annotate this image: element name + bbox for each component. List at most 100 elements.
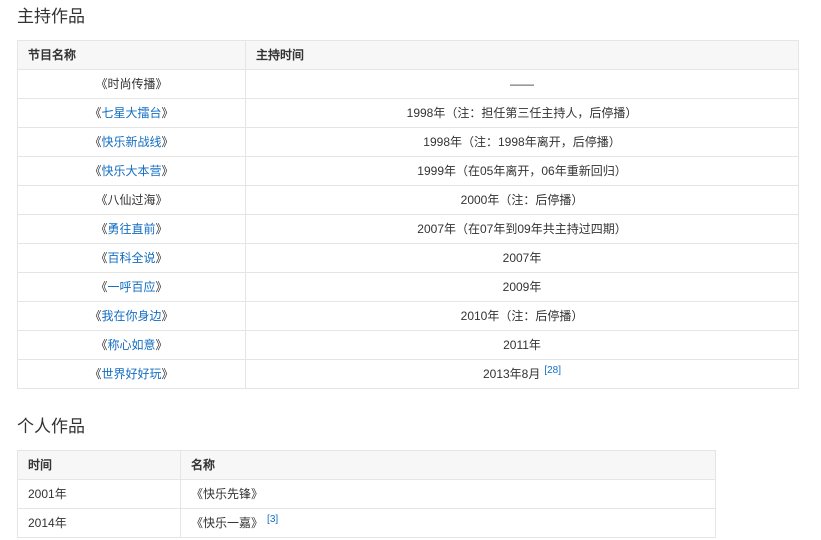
table-row: 2001年 《快乐先锋》 bbox=[18, 480, 716, 509]
program-link[interactable]: 世界好好玩 bbox=[101, 367, 161, 381]
bracket-close: 》 bbox=[156, 77, 168, 91]
bracket-open: 《 bbox=[89, 309, 101, 323]
table-header-row: 节目名称 主持时间 bbox=[18, 41, 799, 70]
table-cell: 《时尚传播》 bbox=[18, 70, 246, 99]
bracket-open: 《 bbox=[95, 77, 107, 91]
personal-works-section: 个人作品 时间 名称 2001年《快乐先锋》2014年《快乐一嘉》[3] bbox=[17, 416, 821, 538]
column-header-hosting-time: 主持时间 bbox=[246, 41, 799, 70]
table-cell: 2007年 bbox=[246, 244, 799, 273]
table-cell: 2009年 bbox=[246, 273, 799, 302]
bracket-open: 《 bbox=[95, 193, 107, 207]
cell-text: 1999年（在05年离开，06年重新回归） bbox=[417, 164, 626, 178]
column-header-time: 时间 bbox=[18, 451, 181, 480]
cell-text: 2013年8月 bbox=[483, 367, 540, 381]
table-cell: 《百科全说》 bbox=[18, 244, 246, 273]
table-row: 《八仙过海》 2000年（注：后停播） bbox=[18, 186, 799, 215]
bracket-close: 》 bbox=[251, 487, 263, 501]
bracket-open: 《 bbox=[95, 280, 107, 294]
table-header-row: 时间 名称 bbox=[18, 451, 716, 480]
table-cell: 《快乐新战线》 bbox=[18, 128, 246, 157]
bracket-close: 》 bbox=[156, 338, 168, 352]
table-row: 《七星大擂台》 1998年（注：担任第三任主持人，后停播） bbox=[18, 99, 799, 128]
bracket-close: 》 bbox=[156, 251, 168, 265]
table-cell: —— bbox=[246, 70, 799, 99]
table-cell: 2001年 bbox=[18, 480, 181, 509]
cell-text: 2011年 bbox=[503, 338, 541, 352]
table-cell: 《一呼百应》 bbox=[18, 273, 246, 302]
cell-text: 2000年（注：后停播） bbox=[461, 193, 584, 207]
table-row: 《快乐大本营》 1999年（在05年离开，06年重新回归） bbox=[18, 157, 799, 186]
table-cell: 《八仙过海》 bbox=[18, 186, 246, 215]
table-cell: 2007年（在07年到09年共主持过四期） bbox=[246, 215, 799, 244]
column-header-program-name: 节目名称 bbox=[18, 41, 246, 70]
bracket-close: 》 bbox=[251, 516, 263, 530]
cell-text: —— bbox=[510, 77, 534, 91]
cell-text: 1998年（注：1998年离开，后停播） bbox=[423, 135, 620, 149]
program-link[interactable]: 七星大擂台 bbox=[101, 106, 161, 120]
table-row: 《称心如意》 2011年 bbox=[18, 331, 799, 360]
table-cell: 2000年（注：后停播） bbox=[246, 186, 799, 215]
program-link[interactable]: 快乐新战线 bbox=[101, 135, 161, 149]
cell-text: 2014年 bbox=[28, 516, 67, 530]
article-content: 主持作品 节目名称 主持时间 《时尚传播》——《七星大擂台》1998年（注：担任… bbox=[0, 0, 821, 540]
bracket-close: 》 bbox=[156, 280, 168, 294]
bracket-open: 《 bbox=[89, 135, 101, 149]
table-cell: 2014年 bbox=[18, 509, 181, 538]
table-cell: 2013年8月 [28] bbox=[246, 360, 799, 389]
bracket-open: 《 bbox=[95, 222, 107, 236]
section-title-hosted-works: 主持作品 bbox=[17, 6, 821, 28]
section-title-personal-works: 个人作品 bbox=[17, 416, 821, 438]
table-cell: 1998年（注：担任第三任主持人，后停播） bbox=[246, 99, 799, 128]
cell-text: 2007年 bbox=[503, 251, 542, 265]
cell-text: 1998年（注：担任第三任主持人，后停播） bbox=[407, 106, 638, 120]
table-cell: 1998年（注：1998年离开，后停播） bbox=[246, 128, 799, 157]
cell-text: 2007年（在07年到09年共主持过四期） bbox=[417, 222, 626, 236]
reference-link[interactable]: [28] bbox=[544, 365, 561, 376]
bracket-close: 》 bbox=[156, 222, 168, 236]
bracket-close: 》 bbox=[156, 193, 168, 207]
cell-text: 2001年 bbox=[28, 487, 67, 501]
table-cell: 《七星大擂台》 bbox=[18, 99, 246, 128]
hosted-works-table: 节目名称 主持时间 《时尚传播》——《七星大擂台》1998年（注：担任第三任主持… bbox=[17, 40, 799, 389]
cell-text: 八仙过海 bbox=[107, 193, 155, 207]
bracket-close: 》 bbox=[162, 367, 174, 381]
reference-link[interactable]: [3] bbox=[267, 514, 278, 525]
bracket-open: 《 bbox=[89, 367, 101, 381]
bracket-close: 》 bbox=[162, 164, 174, 178]
table-row: 2014年 《快乐一嘉》 [3] bbox=[18, 509, 716, 538]
table-cell: 《勇往直前》 bbox=[18, 215, 246, 244]
table-row: 《勇往直前》 2007年（在07年到09年共主持过四期） bbox=[18, 215, 799, 244]
program-link[interactable]: 一呼百应 bbox=[107, 280, 155, 294]
program-link[interactable]: 勇往直前 bbox=[107, 222, 155, 236]
cell-text: 快乐一嘉 bbox=[203, 516, 251, 530]
table-row: 《时尚传播》 —— bbox=[18, 70, 799, 99]
cell-text: 2010年（注：后停播） bbox=[461, 309, 584, 323]
bracket-open: 《 bbox=[89, 106, 101, 120]
hosted-works-section: 主持作品 节目名称 主持时间 《时尚传播》——《七星大擂台》1998年（注：担任… bbox=[17, 6, 821, 389]
table-cell: 2011年 bbox=[246, 331, 799, 360]
table-cell: 1999年（在05年离开，06年重新回归） bbox=[246, 157, 799, 186]
bracket-close: 》 bbox=[162, 135, 174, 149]
bracket-close: 》 bbox=[162, 106, 174, 120]
table-cell: 《称心如意》 bbox=[18, 331, 246, 360]
cell-text: 快乐先锋 bbox=[203, 487, 251, 501]
bracket-open: 《 bbox=[191, 516, 203, 530]
cell-text: 时尚传播 bbox=[107, 77, 155, 91]
bracket-close: 》 bbox=[162, 309, 174, 323]
bracket-open: 《 bbox=[95, 251, 107, 265]
table-row: 《一呼百应》2009年 bbox=[18, 273, 799, 302]
bracket-open: 《 bbox=[191, 487, 203, 501]
program-link[interactable]: 称心如意 bbox=[107, 338, 155, 352]
program-link[interactable]: 快乐大本营 bbox=[101, 164, 161, 178]
table-row: 《世界好好玩》 2013年8月 [28] bbox=[18, 360, 799, 389]
table-row: 《我在你身边》 2010年（注：后停播） bbox=[18, 302, 799, 331]
table-cell: 《我在你身边》 bbox=[18, 302, 246, 331]
table-cell: 《快乐大本营》 bbox=[18, 157, 246, 186]
program-link[interactable]: 我在你身边 bbox=[101, 309, 161, 323]
table-row: 《快乐新战线》 1998年（注：1998年离开，后停播） bbox=[18, 128, 799, 157]
program-link[interactable]: 百科全说 bbox=[107, 251, 155, 265]
table-cell: 《世界好好玩》 bbox=[18, 360, 246, 389]
personal-works-table: 时间 名称 2001年《快乐先锋》2014年《快乐一嘉》[3] bbox=[17, 450, 716, 538]
table-cell: 《快乐先锋》 bbox=[181, 480, 716, 509]
column-header-name: 名称 bbox=[181, 451, 716, 480]
